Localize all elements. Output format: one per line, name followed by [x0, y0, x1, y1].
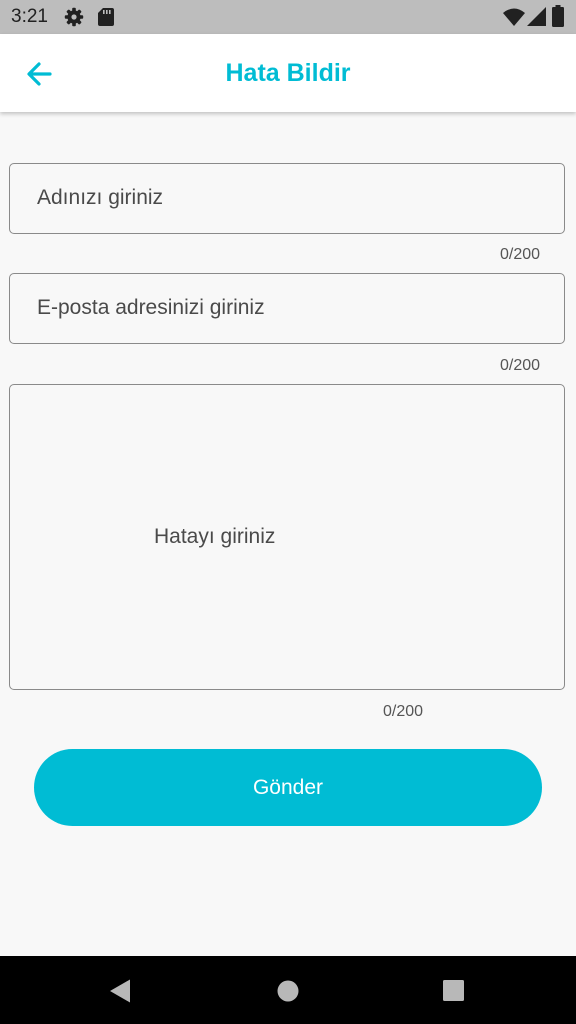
error-description-field[interactable]: Hatayı giriniz: [9, 384, 565, 690]
email-field[interactable]: E-posta adresinizi giriniz: [9, 273, 565, 344]
status-time: 3:21: [11, 6, 48, 27]
wifi-icon: [503, 8, 525, 26]
error-description-placeholder: Hatayı giriniz: [154, 525, 276, 548]
battery-icon: [552, 5, 564, 27]
nav-home-icon[interactable]: [276, 979, 300, 1003]
app-bar: Hata Bildir: [0, 34, 576, 112]
status-bar: 3:21: [0, 0, 576, 34]
page-title: Hata Bildir: [225, 59, 351, 87]
nav-recents-icon[interactable]: [442, 979, 466, 1003]
send-button[interactable]: Gönder: [34, 749, 542, 826]
nav-back-icon[interactable]: [108, 978, 132, 1004]
name-field[interactable]: Adınızı giriniz: [9, 163, 565, 234]
signal-icon: [527, 7, 546, 26]
name-field-placeholder: Adınızı giriniz: [37, 186, 164, 209]
error-description-counter: 0/200: [383, 703, 424, 720]
sd-card-icon: [98, 8, 114, 26]
gear-icon: [64, 7, 84, 27]
name-field-counter: 0/200: [500, 246, 541, 263]
navigation-bar: [0, 956, 576, 1024]
email-field-counter: 0/200: [500, 357, 541, 374]
email-field-placeholder: E-posta adresinizi giriniz: [37, 296, 265, 319]
